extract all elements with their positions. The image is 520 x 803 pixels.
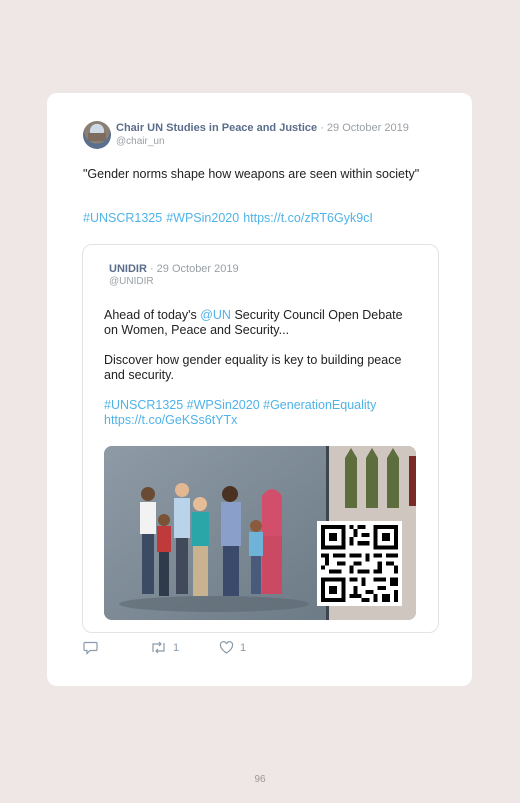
qr-code[interactable]: [317, 521, 402, 606]
like-button[interactable]: 1: [219, 641, 246, 654]
reply-button[interactable]: [83, 641, 98, 655]
quoted-author-handle[interactable]: @UNIDIR: [109, 276, 154, 287]
quoted-tweet-paragraph: Discover how gender equality is key to b…: [104, 353, 402, 382]
author-line: Chair UN Studies in Peace and Justice · …: [116, 122, 409, 134]
reply-icon: [83, 641, 98, 655]
author-handle[interactable]: @chair_un: [116, 136, 165, 147]
hashtag-link[interactable]: #UNSCR1325: [83, 211, 162, 225]
quoted-tweet[interactable]: UNIDIR · 29 October 2019 @UNIDIR Ahead o…: [82, 244, 439, 633]
quoted-author-name[interactable]: UNIDIR: [109, 263, 147, 275]
heart-icon: [219, 641, 234, 654]
quoted-tweet-tags: #UNSCR1325 #WPSin2020 #GenerationEqualit…: [104, 398, 424, 428]
url-link[interactable]: https://t.co/GeKSs6tYTx: [104, 413, 424, 428]
tweet-media-image[interactable]: [104, 446, 416, 620]
mention-link[interactable]: @UN: [200, 308, 231, 322]
retweet-icon: [152, 641, 165, 654]
retweet-count: 1: [173, 641, 180, 654]
tweet-actions: 1 1: [83, 641, 383, 657]
quoted-text-start: Ahead of today's: [104, 308, 201, 322]
hashtag-links[interactable]: #UNSCR1325 #WPSin2020 #GenerationEqualit…: [104, 398, 424, 413]
quoted-tweet-date[interactable]: · 29 October 2019: [150, 263, 239, 275]
url-link[interactable]: https://t.co/zRT6Gyk9cI: [243, 211, 373, 225]
tweet-hashtags: #UNSCR1325 #WPSin2020 https://t.co/zRT6Gyk…: [83, 211, 377, 225]
tweet-card: Chair UN Studies in Peace and Justice · …: [47, 93, 472, 686]
quoted-author-line: UNIDIR · 29 October 2019: [109, 263, 239, 275]
quoted-tweet-text: Ahead of today's @UN Security Council Op…: [104, 308, 404, 338]
qr-code-icon: [317, 521, 402, 606]
author-avatar[interactable]: [83, 121, 111, 149]
like-count: 1: [240, 641, 247, 654]
page-number: 96: [254, 774, 266, 785]
tweet-date[interactable]: · 29 October 2019: [320, 122, 409, 134]
retweet-button[interactable]: 1: [150, 641, 179, 654]
author-name[interactable]: Chair UN Studies in Peace and Justice: [116, 122, 317, 134]
hashtag-link[interactable]: #WPSin2020: [166, 211, 239, 225]
tweet-text: "Gender norms shape how weapons are seen…: [83, 167, 420, 181]
